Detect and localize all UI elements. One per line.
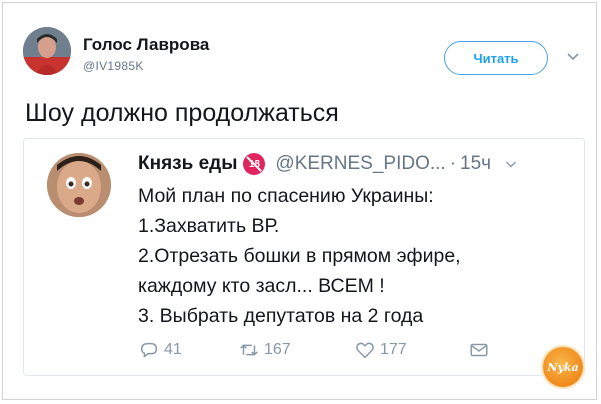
reply-count: 41 — [164, 341, 182, 358]
quoted-text-line: каждому кто засл... ВСЕМ ! — [138, 275, 385, 297]
tweet-actions: 41 167 177 — [138, 339, 494, 361]
quoted-author-avatar[interactable] — [47, 153, 111, 217]
age-restriction-icon: 18 — [243, 153, 266, 175]
retweet-icon — [240, 344, 258, 356]
quoted-text-line: 2.Отрезать бошки в прямом эфире, — [138, 245, 461, 267]
envelope-icon — [470, 343, 488, 357]
author-display-name[interactable]: Голос Лаврова — [83, 35, 209, 55]
author-handle[interactable]: @IV1985K — [83, 59, 144, 73]
heart-icon — [356, 342, 374, 359]
author-avatar[interactable] — [23, 27, 71, 75]
like-count: 177 — [380, 341, 407, 358]
tweet-text: Шоу должно продолжаться — [25, 99, 339, 127]
follow-button[interactable]: Читать — [444, 41, 548, 75]
message-button[interactable] — [468, 339, 494, 361]
quoted-header: Князь еды 18 @KERNES_PIDO... · 15ч — [138, 153, 517, 175]
quoted-author-handle[interactable]: @KERNES_PIDO... — [275, 153, 445, 175]
quoted-text-line: 3. Выбрать депутатов на 2 года — [138, 305, 424, 327]
chevron-down-icon[interactable] — [566, 49, 580, 63]
reply-icon — [140, 342, 158, 358]
quoted-author-name[interactable]: Князь еды — [138, 153, 237, 175]
quoted-tweet-text: Мой план по спасению Украины: 1.Захватит… — [138, 181, 461, 331]
chevron-down-icon[interactable] — [505, 158, 517, 170]
like-button[interactable]: 177 — [354, 339, 468, 361]
quoted-timestamp[interactable]: 15ч — [460, 153, 491, 175]
quoted-avatar-image — [47, 153, 111, 217]
tweet-frame: Голос Лаврова @IV1985K Читать Шоу должно… — [2, 2, 597, 400]
watermark-logo: Nyka — [543, 347, 583, 387]
retweet-button[interactable]: 167 — [238, 339, 354, 361]
quoted-tweet-card[interactable]: Князь еды 18 @KERNES_PIDO... · 15ч Мой п… — [23, 138, 585, 376]
follow-button-label: Читать — [473, 50, 519, 66]
age-restriction-label: 18 — [248, 158, 260, 170]
reply-button[interactable]: 41 — [138, 339, 238, 361]
quoted-text-line: Мой план по спасению Украины: — [138, 185, 434, 207]
author-avatar-image — [23, 27, 71, 75]
quoted-text-line: 1.Захватить ВР. — [138, 215, 280, 237]
watermark-text: Nyka — [547, 360, 579, 374]
retweet-count: 167 — [264, 341, 291, 358]
separator-dot: · — [449, 153, 457, 174]
